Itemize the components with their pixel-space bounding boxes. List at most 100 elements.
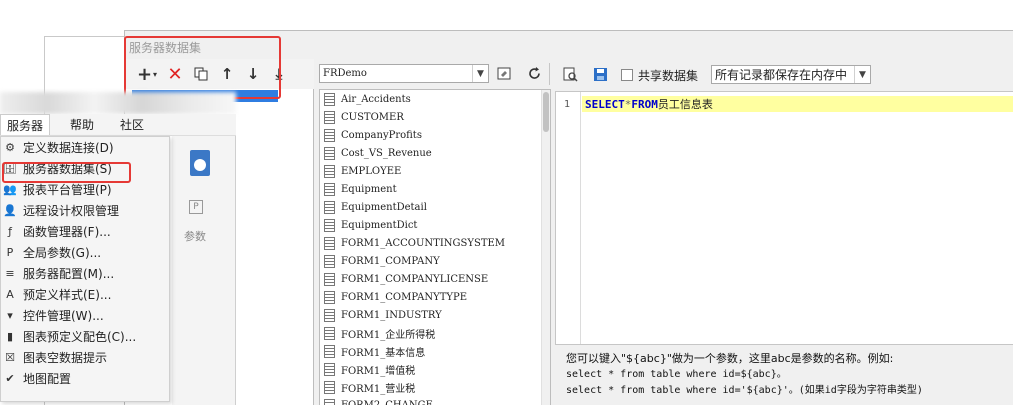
- table-name: FORM1_INDUSTRY: [341, 309, 442, 321]
- table-row[interactable]: FORM2_CHANGE: [320, 396, 550, 405]
- table-icon: [324, 236, 335, 250]
- table-icon: [324, 398, 335, 405]
- table-icon: [324, 272, 335, 286]
- menu-item[interactable]: ✔ 地图配置: [1, 368, 169, 389]
- line-number: 1: [564, 99, 571, 110]
- menu-server[interactable]: 服务器: [0, 114, 51, 135]
- table-row[interactable]: FORM1_增值税: [320, 360, 550, 378]
- toolbar-divider: [549, 63, 550, 85]
- table-name: FORM1_企业所得税: [341, 329, 436, 341]
- table-icon: [324, 380, 335, 394]
- table-row[interactable]: Air_Accidents: [320, 90, 550, 108]
- menu-item[interactable]: ≡ 服务器配置(M)...: [1, 263, 169, 284]
- menu-item-label: 远程设计权限管理: [23, 204, 120, 218]
- hint-line-1: 您可以键入"${abc}"做为一个参数，这里abc是参数的名称。例如:: [566, 352, 894, 365]
- table-name: FORM2_CHANGE: [341, 399, 433, 405]
- line-gutter: 1: [556, 92, 581, 344]
- table-row[interactable]: FORM1_ACCOUNTINGSYSTEM: [320, 234, 550, 252]
- menu-item[interactable]: ⚙ 定义数据连接(D): [1, 137, 169, 158]
- connection-edit-button[interactable]: [495, 64, 513, 82]
- refresh-button[interactable]: [525, 64, 543, 82]
- parameter-icon[interactable]: P: [189, 200, 203, 214]
- keyword-from: FROM: [631, 97, 658, 111]
- chevron-down-icon: ▼: [472, 65, 488, 82]
- hint-line-2: select * from table where id=${abc}。: [566, 369, 787, 380]
- menu-item[interactable]: ƒ 函数管理器(F)...: [1, 221, 169, 242]
- table-row[interactable]: FORM1_COMPANYTYPE: [320, 288, 550, 306]
- menu-item[interactable]: A 预定义样式(E)...: [1, 284, 169, 305]
- table-row[interactable]: Cost_VS_Revenue: [320, 144, 550, 162]
- table-icon: [324, 128, 335, 142]
- table-row[interactable]: FORM1_企业所得税: [320, 324, 550, 342]
- map-config-icon: ✔: [5, 372, 15, 385]
- menu-item-label: 报表平台管理(P): [23, 183, 112, 197]
- memory-mode-select[interactable]: 所有记录都保存在内存中 ▼: [711, 65, 871, 84]
- table-row[interactable]: CUSTOMER: [320, 108, 550, 126]
- sql-line[interactable]: SELECT * FROM 员工信息表: [582, 96, 1013, 112]
- keyword-select: SELECT: [585, 97, 625, 111]
- platform-admin-icon: 👥: [3, 183, 17, 196]
- sql-editor[interactable]: 1 SELECT * FROM 员工信息表: [555, 91, 1013, 345]
- screen: 服务器数据集 + ▾ ✕ ↑ ↓ ⤓ FRDemo ▼ 共享数据集 所有记录都保…: [0, 0, 1013, 405]
- table-icon: [324, 362, 335, 376]
- table-icon: [324, 110, 335, 124]
- table-icon: [324, 344, 335, 358]
- table-row[interactable]: FORM1_INDUSTRY: [320, 306, 550, 324]
- table-list-scrollbar[interactable]: [541, 90, 550, 405]
- table-name: FORM1_COMPANYLICENSE: [341, 273, 489, 285]
- table-name: FORM1_增值税: [341, 365, 416, 377]
- menu-item[interactable]: ☒ 图表空数据提示: [1, 347, 169, 368]
- menu-item[interactable]: ▮ 图表预定义配色(C)...: [1, 326, 169, 347]
- table-name: Cost_VS_Revenue: [341, 147, 432, 159]
- table-icon: [324, 200, 335, 214]
- table-list: Air_Accidents CUSTOMER CompanyProfits Cost_…: [319, 89, 551, 405]
- table-icon: [324, 290, 335, 304]
- menu-item-label: 全局参数(G)...: [23, 246, 102, 260]
- menu-item-label: 图表空数据提示: [23, 351, 108, 365]
- save-button[interactable]: [591, 65, 609, 83]
- connection-select[interactable]: FRDemo ▼: [319, 64, 489, 83]
- table-row[interactable]: FORM1_COMPANYLICENSE: [320, 270, 550, 288]
- chart-color-icon: ▮: [6, 330, 14, 343]
- server-config-icon: ≡: [5, 267, 15, 280]
- menu-community[interactable]: 社区: [114, 114, 150, 135]
- menu-item[interactable]: 👤 远程设计权限管理: [1, 200, 169, 221]
- preview-button[interactable]: [561, 65, 579, 83]
- table-items: Air_Accidents CUSTOMER CompanyProfits Cost_…: [320, 90, 550, 405]
- menu-item[interactable]: P 全局参数(G)...: [1, 242, 169, 263]
- chevron-down-icon: ▼: [854, 66, 870, 83]
- table-name: CompanyProfits: [341, 129, 422, 141]
- highlight-box-menu-item: [2, 162, 131, 183]
- edit-connection-icon: [497, 67, 510, 79]
- table-icon: [324, 182, 335, 196]
- menu-item[interactable]: ▾ 控件管理(W)...: [1, 305, 169, 326]
- scroll-thumb[interactable]: [543, 92, 549, 132]
- table-row[interactable]: EquipmentDetail: [320, 198, 550, 216]
- dataset-icon[interactable]: [190, 150, 210, 176]
- table-row[interactable]: CompanyProfits: [320, 126, 550, 144]
- function-manager-icon: ƒ: [8, 225, 12, 238]
- table-row[interactable]: EMPLOYEE: [320, 162, 550, 180]
- refresh-icon: [528, 66, 540, 79]
- table-row[interactable]: EquipmentDict: [320, 216, 550, 234]
- table-name: Air_Accidents: [341, 93, 411, 105]
- table-icon: [324, 254, 335, 268]
- predefined-style-icon: A: [6, 288, 14, 301]
- table-row[interactable]: FORM1_营业税: [320, 378, 550, 396]
- table-icon: [324, 92, 335, 106]
- share-dataset-checkbox[interactable]: [621, 69, 633, 81]
- table-name: Equipment: [341, 183, 397, 195]
- save-icon: [593, 67, 607, 81]
- table-name: EquipmentDict: [341, 219, 418, 231]
- memory-mode-value: 所有记录都保存在内存中: [715, 68, 848, 82]
- menu-item-label: 定义数据连接(D): [23, 141, 114, 155]
- table-row[interactable]: FORM1_基本信息: [320, 342, 550, 360]
- table-row[interactable]: FORM1_COMPANY: [320, 252, 550, 270]
- table-name: EMPLOYEE: [341, 165, 402, 177]
- table-name: FORM1_营业税: [341, 383, 416, 395]
- menu-help[interactable]: 帮助: [64, 114, 100, 135]
- preview-icon: [563, 67, 578, 82]
- widget-manager-icon: ▾: [7, 309, 13, 322]
- table-name: EquipmentDetail: [341, 201, 427, 213]
- table-row[interactable]: Equipment: [320, 180, 550, 198]
